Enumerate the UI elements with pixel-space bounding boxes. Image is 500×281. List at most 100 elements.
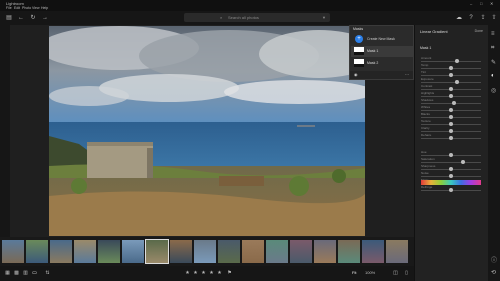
- crop-icon[interactable]: ⌗: [491, 45, 494, 52]
- slider-blacks[interactable]: Blacks: [421, 112, 481, 119]
- slider-knob[interactable]: [449, 188, 453, 192]
- slider-knob[interactable]: [449, 87, 453, 91]
- export-icon[interactable]: ⇧: [490, 14, 498, 22]
- slider-temp[interactable]: Temp: [421, 63, 481, 70]
- slider-label: Temp: [421, 63, 429, 67]
- share-icon[interactable]: ⇪: [479, 14, 487, 22]
- sort-icon[interactable]: ⇅: [44, 270, 51, 277]
- filmstrip-thumbnail[interactable]: [218, 240, 240, 263]
- slider-knob[interactable]: [449, 108, 453, 112]
- slider-knob[interactable]: [455, 59, 459, 63]
- slider-knob[interactable]: [449, 66, 453, 70]
- menu-help[interactable]: Help: [41, 6, 48, 10]
- slider-knob[interactable]: [449, 174, 453, 178]
- filmstrip-thumbnail[interactable]: [386, 240, 408, 263]
- slider-label: Blacks: [421, 112, 430, 116]
- detail-view-icon[interactable]: ▥: [22, 270, 29, 277]
- filmstrip-thumbnail[interactable]: [50, 240, 72, 263]
- slider-knob[interactable]: [449, 73, 453, 77]
- slider-knob[interactable]: [449, 136, 453, 140]
- filmstrip-thumbnail[interactable]: [338, 240, 360, 263]
- history-icon[interactable]: ⟲: [491, 269, 496, 276]
- slider-hue[interactable]: Hue: [421, 150, 481, 157]
- hue-slider[interactable]: [421, 180, 481, 185]
- slider-knob[interactable]: [455, 80, 459, 84]
- compare-icon[interactable]: ◫: [392, 270, 399, 277]
- split-icon[interactable]: ▯: [403, 270, 410, 277]
- toolbar: ▤ ← ↻ → ⌕ Search all photos ▼ ☁ ? ⇪ ⇧: [0, 11, 500, 26]
- heal-icon[interactable]: ✎: [491, 59, 496, 66]
- slider-shadows[interactable]: Shadows: [421, 98, 481, 105]
- slider-exposure[interactable]: Exposure: [421, 77, 481, 84]
- star-icon[interactable]: ★: [200, 270, 207, 277]
- slider-saturation[interactable]: Saturation: [421, 157, 481, 164]
- slider-clarity[interactable]: Clarity: [421, 126, 481, 133]
- slider-dehaze[interactable]: Dehaze: [421, 133, 481, 140]
- red-eye-icon[interactable]: ◎: [491, 87, 496, 94]
- filmstrip-thumbnail[interactable]: [314, 240, 336, 263]
- forward-arrow-icon[interactable]: →: [41, 14, 49, 22]
- search-input[interactable]: ⌕ Search all photos ▼: [184, 13, 330, 22]
- slider-noise[interactable]: Noise: [421, 171, 481, 178]
- star-icon[interactable]: ★: [192, 270, 199, 277]
- slider-amount[interactable]: Amount: [421, 56, 481, 63]
- filmstrip-thumbnail[interactable]: [362, 240, 384, 263]
- cloud-icon[interactable]: ☁: [455, 14, 463, 22]
- filmstrip-thumbnail[interactable]: [145, 239, 169, 264]
- slider-whites[interactable]: Whites: [421, 105, 481, 112]
- more-icon[interactable]: ⋯: [405, 72, 409, 77]
- menu-view[interactable]: View: [32, 6, 40, 10]
- info-icon[interactable]: ⓘ: [491, 255, 497, 264]
- slider-label: Whites: [421, 105, 431, 109]
- slider-knob[interactable]: [449, 115, 453, 119]
- filmstrip-thumbnail[interactable]: [290, 240, 312, 263]
- sliders-icon[interactable]: ≡: [491, 31, 495, 37]
- star-icon[interactable]: ★: [208, 270, 215, 277]
- done-button[interactable]: Done: [475, 29, 483, 33]
- filmstrip-thumbnail[interactable]: [242, 240, 264, 263]
- create-new-mask-button[interactable]: + Create New Mask: [353, 34, 413, 44]
- star-icon[interactable]: ★: [216, 270, 223, 277]
- mask-icon[interactable]: ◐: [491, 73, 495, 79]
- fit-button[interactable]: Fit: [352, 270, 356, 275]
- filmstrip-thumbnail[interactable]: [74, 240, 96, 263]
- menu-edit[interactable]: Edit: [14, 6, 20, 10]
- filmstrip-thumbnail[interactable]: [170, 240, 192, 263]
- filmstrip-thumbnail[interactable]: [98, 240, 120, 263]
- eye-icon[interactable]: ◉: [354, 72, 358, 77]
- slider-contrast[interactable]: Contrast: [421, 84, 481, 91]
- slider-highlights[interactable]: Highlights: [421, 91, 481, 98]
- back-arrow-icon[interactable]: ←: [17, 14, 25, 22]
- filmstrip-thumbnail[interactable]: [266, 240, 288, 263]
- filmstrip-thumbnail[interactable]: [26, 240, 48, 263]
- slider-tint[interactable]: Tint: [421, 70, 481, 77]
- slider-knob[interactable]: [449, 153, 453, 157]
- slider-knob[interactable]: [452, 101, 456, 105]
- menu-file[interactable]: File: [6, 6, 12, 10]
- menu-photo[interactable]: Photo: [22, 6, 31, 10]
- square-grid-icon[interactable]: ▩: [13, 270, 20, 277]
- single-view-icon[interactable]: ▭: [31, 270, 38, 277]
- slider-knob[interactable]: [449, 94, 453, 98]
- flag-icon[interactable]: ⚑: [226, 270, 233, 277]
- slider-knob[interactable]: [449, 167, 453, 171]
- slider-defringe[interactable]: Defringe: [421, 185, 481, 192]
- help-icon[interactable]: ?: [467, 14, 475, 22]
- slider-knob[interactable]: [449, 129, 453, 133]
- filmstrip-thumbnail[interactable]: [122, 240, 144, 263]
- grid-view-icon[interactable]: ▦: [4, 270, 11, 277]
- filmstrip-thumbnail[interactable]: [2, 240, 24, 263]
- filter-icon[interactable]: ▼: [322, 13, 326, 22]
- rotate-icon[interactable]: ↻: [29, 14, 37, 22]
- slider-knob[interactable]: [461, 160, 465, 164]
- slider-knob[interactable]: [449, 122, 453, 126]
- panel-toggle-icon[interactable]: ▤: [5, 14, 13, 22]
- mask-item[interactable]: Mask 1: [351, 46, 413, 57]
- mask-item[interactable]: Mask 2: [351, 58, 413, 69]
- zoom-level[interactable]: 100%: [365, 270, 375, 275]
- photo-preview[interactable]: [49, 26, 365, 236]
- star-icon[interactable]: ★: [184, 270, 191, 277]
- slider-sharpness[interactable]: Sharpness: [421, 164, 481, 171]
- filmstrip-thumbnail[interactable]: [194, 240, 216, 263]
- slider-texture[interactable]: Texture: [421, 119, 481, 126]
